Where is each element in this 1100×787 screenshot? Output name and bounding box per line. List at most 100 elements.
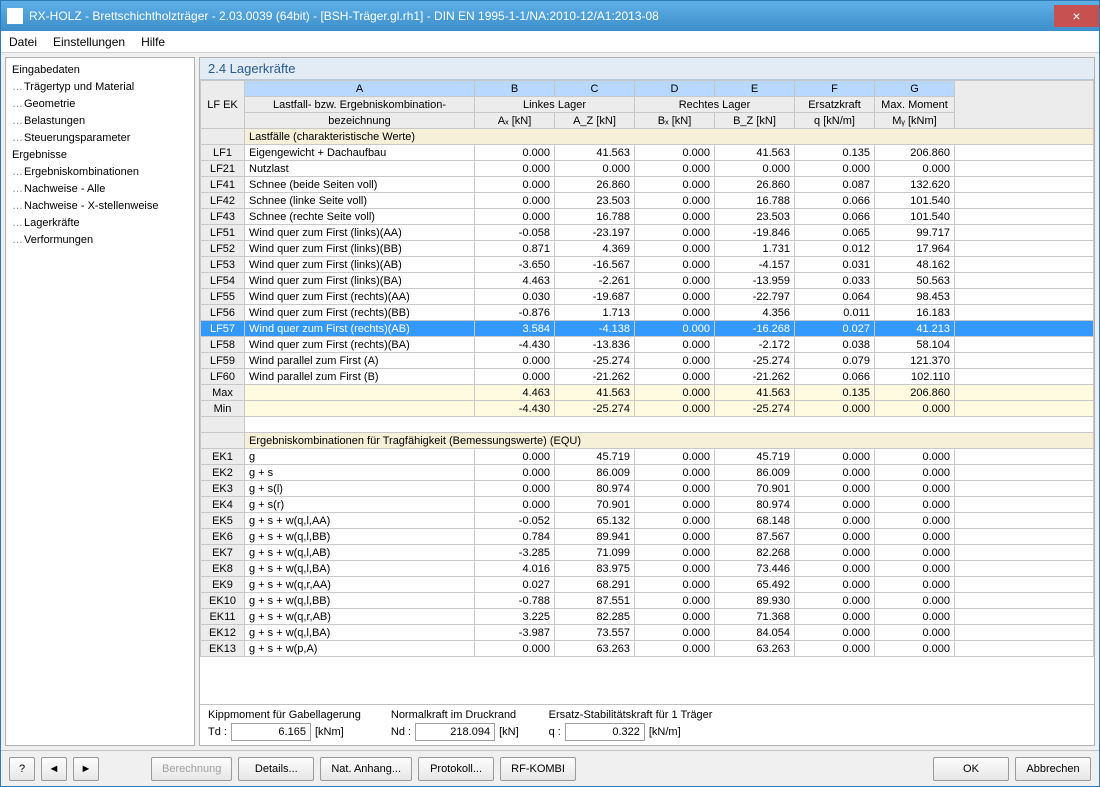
- cell[interactable]: 0.031: [795, 257, 875, 273]
- cell[interactable]: 0.000: [475, 641, 555, 657]
- cell[interactable]: 0.000: [635, 257, 715, 273]
- row-id[interactable]: LF52: [201, 241, 245, 257]
- cell[interactable]: 0.000: [555, 161, 635, 177]
- cell[interactable]: 0.079: [795, 353, 875, 369]
- cell[interactable]: 0.000: [475, 465, 555, 481]
- cell[interactable]: 0.000: [875, 593, 955, 609]
- cell[interactable]: -4.430: [475, 401, 555, 417]
- cell[interactable]: 0.000: [635, 385, 715, 401]
- cell[interactable]: 71.368: [715, 609, 795, 625]
- cell[interactable]: 63.263: [555, 641, 635, 657]
- row-name[interactable]: g + s + w(q,l,BA): [245, 561, 475, 577]
- table-row[interactable]: LF51Wind quer zum First (links)(AA)-0.05…: [201, 225, 1094, 241]
- col-letter-b[interactable]: B: [475, 81, 555, 97]
- cell[interactable]: 17.964: [875, 241, 955, 257]
- cell[interactable]: 0.000: [635, 209, 715, 225]
- cell[interactable]: 45.719: [555, 449, 635, 465]
- cell[interactable]: 1.731: [715, 241, 795, 257]
- cell[interactable]: 16.788: [555, 209, 635, 225]
- cell[interactable]: 0.000: [795, 481, 875, 497]
- nav-item-loads[interactable]: Belastungen: [8, 113, 192, 130]
- cell[interactable]: 0.000: [635, 369, 715, 385]
- row-name[interactable]: Wind quer zum First (rechts)(AA): [245, 289, 475, 305]
- cell[interactable]: 0.000: [635, 305, 715, 321]
- cell[interactable]: 0.033: [795, 273, 875, 289]
- table-row[interactable]: LF58Wind quer zum First (rechts)(BA)-4.4…: [201, 337, 1094, 353]
- cell[interactable]: -0.058: [475, 225, 555, 241]
- table-row[interactable]: LF21Nutzlast0.0000.0000.0000.0000.0000.0…: [201, 161, 1094, 177]
- cell[interactable]: 0.066: [795, 193, 875, 209]
- protokoll-button[interactable]: Protokoll...: [418, 757, 494, 781]
- cell[interactable]: 0.871: [475, 241, 555, 257]
- row-name[interactable]: g + s + w(q,r,AA): [245, 577, 475, 593]
- col-letter-e[interactable]: E: [715, 81, 795, 97]
- cell[interactable]: 0.000: [635, 273, 715, 289]
- cell[interactable]: 0.000: [635, 577, 715, 593]
- table-row[interactable]: LF41Schnee (beide Seiten voll)0.00026.86…: [201, 177, 1094, 193]
- cell[interactable]: 0.000: [475, 369, 555, 385]
- row-name[interactable]: Wind quer zum First (rechts)(AB): [245, 321, 475, 337]
- cell[interactable]: 58.104: [875, 337, 955, 353]
- col-letter-a[interactable]: A: [245, 81, 475, 97]
- table-row[interactable]: EK4g + s(r)0.00070.9010.00080.9740.0000.…: [201, 497, 1094, 513]
- row-name[interactable]: Wind quer zum First (links)(BB): [245, 241, 475, 257]
- details-button[interactable]: Details...: [238, 757, 314, 781]
- col-letter-c[interactable]: C: [555, 81, 635, 97]
- cell[interactable]: 0.000: [635, 641, 715, 657]
- table-row[interactable]: LF57Wind quer zum First (rechts)(AB)3.58…: [201, 321, 1094, 337]
- table-row[interactable]: Max4.46341.5630.00041.5630.135206.860: [201, 385, 1094, 401]
- row-name[interactable]: g + s + w(p,A): [245, 641, 475, 657]
- cell[interactable]: 0.000: [475, 449, 555, 465]
- cell[interactable]: 0.027: [475, 577, 555, 593]
- cell[interactable]: 0.000: [635, 545, 715, 561]
- col-letter-g[interactable]: G: [875, 81, 955, 97]
- cell[interactable]: -16.567: [555, 257, 635, 273]
- cell[interactable]: 0.000: [635, 465, 715, 481]
- cell[interactable]: 23.503: [555, 193, 635, 209]
- cell[interactable]: 0.000: [475, 209, 555, 225]
- row-id[interactable]: LF21: [201, 161, 245, 177]
- menu-file[interactable]: Datei: [9, 35, 37, 49]
- cell[interactable]: 41.563: [555, 145, 635, 161]
- cell[interactable]: 84.054: [715, 625, 795, 641]
- cell[interactable]: 0.000: [795, 609, 875, 625]
- cell[interactable]: 0.000: [795, 449, 875, 465]
- cell[interactable]: 0.135: [795, 145, 875, 161]
- cell[interactable]: -19.687: [555, 289, 635, 305]
- row-id[interactable]: EK5: [201, 513, 245, 529]
- cell[interactable]: 0.000: [635, 625, 715, 641]
- cell[interactable]: 0.000: [635, 609, 715, 625]
- row-name[interactable]: Wind parallel zum First (B): [245, 369, 475, 385]
- cell[interactable]: 0.066: [795, 209, 875, 225]
- nav-item-deform[interactable]: Verformungen: [8, 232, 192, 249]
- cell[interactable]: 70.901: [555, 497, 635, 513]
- row-id[interactable]: EK2: [201, 465, 245, 481]
- row-name[interactable]: Schnee (rechte Seite voll): [245, 209, 475, 225]
- row-id[interactable]: LF51: [201, 225, 245, 241]
- cell[interactable]: 206.860: [875, 385, 955, 401]
- row-id[interactable]: LF55: [201, 289, 245, 305]
- row-id[interactable]: EK4: [201, 497, 245, 513]
- row-name[interactable]: g + s + w(q,l,AB): [245, 545, 475, 561]
- cell[interactable]: 0.000: [635, 289, 715, 305]
- table-row[interactable]: LF59Wind parallel zum First (A)0.000-25.…: [201, 353, 1094, 369]
- prev-icon[interactable]: ◄: [41, 757, 67, 781]
- cell[interactable]: -2.261: [555, 273, 635, 289]
- row-name[interactable]: Wind quer zum First (links)(AB): [245, 257, 475, 273]
- row-name[interactable]: Wind quer zum First (rechts)(BB): [245, 305, 475, 321]
- row-name[interactable]: Nutzlast: [245, 161, 475, 177]
- row-id[interactable]: LF53: [201, 257, 245, 273]
- cell[interactable]: 0.000: [635, 449, 715, 465]
- row-id[interactable]: EK7: [201, 545, 245, 561]
- cell[interactable]: 0.027: [795, 321, 875, 337]
- cell[interactable]: 73.446: [715, 561, 795, 577]
- cell[interactable]: 82.285: [555, 609, 635, 625]
- row-name[interactable]: g + s + w(q,l,BB): [245, 593, 475, 609]
- cell[interactable]: 121.370: [875, 353, 955, 369]
- cell[interactable]: 50.563: [875, 273, 955, 289]
- cell[interactable]: 132.620: [875, 177, 955, 193]
- cell[interactable]: 0.000: [635, 193, 715, 209]
- row-name[interactable]: Eigengewicht + Dachaufbau: [245, 145, 475, 161]
- cell[interactable]: 87.551: [555, 593, 635, 609]
- nav-item-control[interactable]: Steuerungsparameter: [8, 130, 192, 147]
